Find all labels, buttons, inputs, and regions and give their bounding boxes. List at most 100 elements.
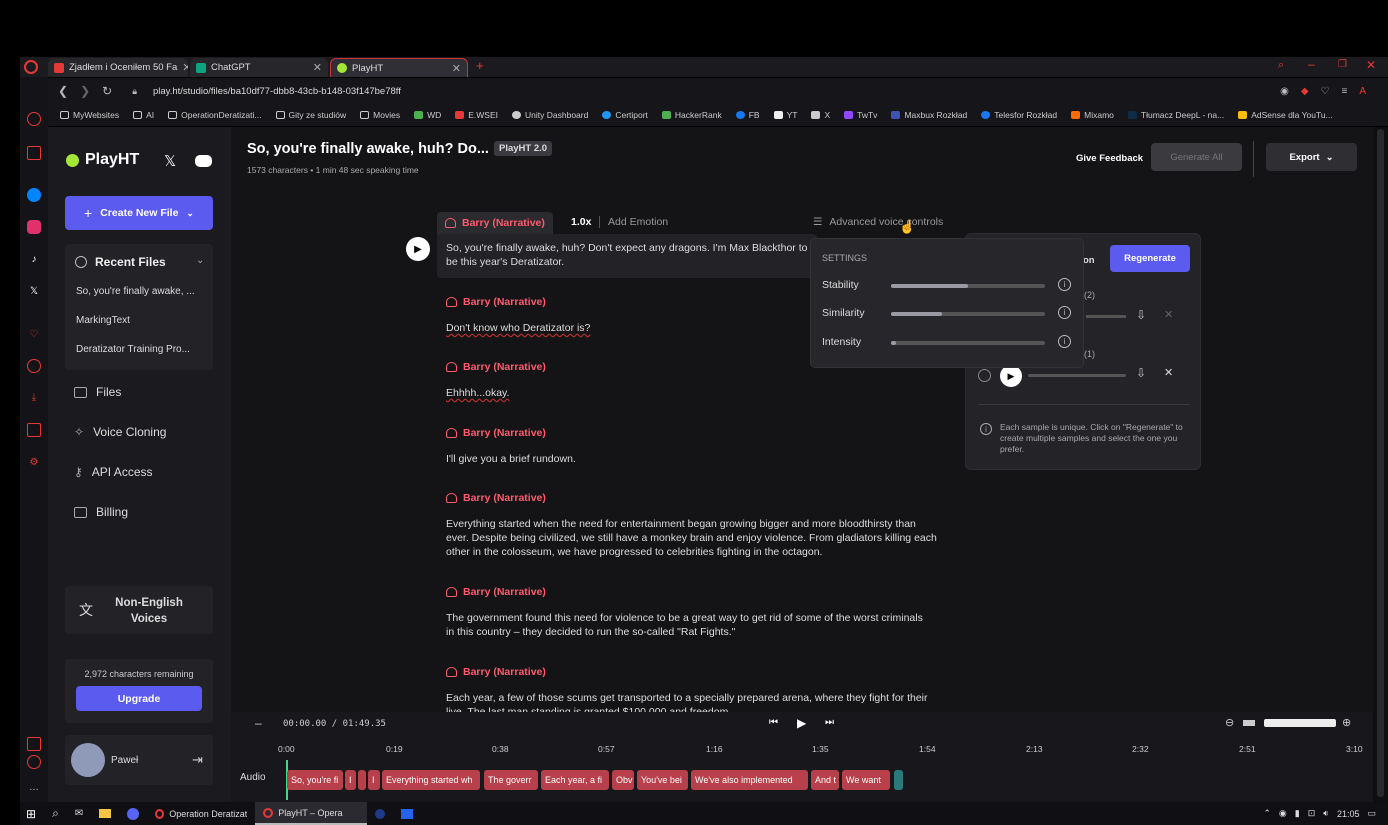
- start-button[interactable]: ⊞: [20, 802, 44, 825]
- close-icon[interactable]: ✕: [313, 61, 322, 74]
- bookmark-item[interactable]: Telesfor Rozkład: [981, 110, 1057, 120]
- audio-clip[interactable]: And t: [811, 770, 839, 790]
- bookmark-item[interactable]: Mixamo: [1071, 110, 1114, 120]
- discord-icon[interactable]: [195, 155, 212, 167]
- audio-clip[interactable]: The goverr: [484, 770, 538, 790]
- add-emotion-button[interactable]: Add Emotion: [608, 216, 668, 228]
- audio-clip[interactable]: Everything started wh: [382, 770, 480, 790]
- clock[interactable]: 21:05: [1337, 809, 1360, 819]
- advanced-voice-controls-button[interactable]: ☰ Advanced voice controls: [813, 216, 943, 228]
- cube-icon[interactable]: [27, 423, 41, 437]
- recent-file-item[interactable]: Deratizator Training Pro...: [76, 344, 190, 355]
- active-block[interactable]: So, you're finally awake, huh? Don't exp…: [437, 234, 817, 278]
- zoom-in-icon[interactable]: ⊕: [1342, 716, 1351, 729]
- play-sample-button[interactable]: ▶: [1000, 365, 1022, 387]
- bookmark-item[interactable]: Certiport: [602, 110, 648, 120]
- tray-chevron-icon[interactable]: ⌃: [1263, 808, 1271, 819]
- download-icon[interactable]: ⇩: [1136, 366, 1146, 380]
- download-icon[interactable]: ⤓: [27, 390, 41, 404]
- explorer-icon[interactable]: [91, 802, 119, 825]
- recent-file-item[interactable]: So, you're finally awake, ...: [76, 286, 195, 297]
- nav-billing[interactable]: Billing: [74, 505, 128, 519]
- taskbar-app-active[interactable]: PlayHT – Opera: [255, 802, 368, 825]
- briefcase-icon[interactable]: [27, 146, 41, 160]
- notifications-icon[interactable]: ▭: [1367, 808, 1376, 819]
- avatar[interactable]: [71, 743, 105, 777]
- app-icon[interactable]: [367, 802, 393, 825]
- history-icon[interactable]: [27, 359, 41, 373]
- bookmark-item[interactable]: E.WSEI: [455, 110, 498, 120]
- nav-voice-cloning[interactable]: ✧ Voice Cloning: [74, 425, 166, 439]
- download-icon[interactable]: ⇩: [1136, 308, 1146, 322]
- logout-icon[interactable]: ⇥: [192, 752, 203, 768]
- recent-files-header[interactable]: Recent Files: [75, 255, 166, 269]
- upgrade-button[interactable]: Upgrade: [76, 686, 202, 711]
- playht-logo[interactable]: PlayHT: [66, 151, 139, 169]
- minimize-icon[interactable]: –: [1308, 57, 1315, 71]
- bookmark-item[interactable]: Gity ze studiów: [275, 110, 346, 120]
- audio-clip[interactable]: I: [368, 770, 380, 790]
- tab-chatgpt[interactable]: ChatGPT ✕: [190, 58, 328, 77]
- opera-logo-icon[interactable]: [24, 60, 38, 74]
- block-text[interactable]: The government found this need for viole…: [446, 611, 926, 639]
- x-icon[interactable]: 𝕏: [27, 284, 41, 298]
- battery-icon[interactable]: ▮: [1295, 808, 1300, 819]
- stability-slider[interactable]: [891, 284, 1045, 288]
- messenger-icon[interactable]: [27, 188, 41, 202]
- play-block-button[interactable]: ▶: [406, 237, 430, 261]
- block-text[interactable]: So, you're finally awake, huh? Don't exp…: [446, 241, 816, 271]
- recent-file-item[interactable]: MarkingText: [76, 315, 130, 326]
- search-icon[interactable]: ⌕: [44, 802, 67, 825]
- block-text[interactable]: I'll give you a brief rundown.: [446, 452, 946, 466]
- info-icon[interactable]: i: [1058, 306, 1071, 319]
- block-text[interactable]: Everything started when the need for ent…: [446, 517, 941, 559]
- audio-clip[interactable]: You've bei: [637, 770, 688, 790]
- bookmark-item[interactable]: TwTv: [844, 110, 877, 120]
- sidebar-panel-icon[interactable]: [27, 737, 41, 751]
- opera-small-icon[interactable]: [27, 755, 41, 769]
- file-title[interactable]: So, you're finally awake, huh? Do...: [247, 141, 489, 157]
- instagram-icon[interactable]: [27, 220, 41, 234]
- skip-back-icon[interactable]: ⏮: [769, 717, 778, 728]
- forward-icon[interactable]: ❯: [80, 84, 90, 98]
- heart-icon[interactable]: ♡: [1321, 86, 1330, 97]
- app-icon[interactable]: [393, 802, 421, 825]
- bookmark-item[interactable]: Movies: [360, 110, 400, 120]
- audio-clip[interactable]: Each year, a fi: [541, 770, 609, 790]
- bookmark-item[interactable]: WD: [414, 110, 441, 120]
- more-icon[interactable]: …: [27, 780, 41, 794]
- bookmark-item[interactable]: MyWebsites: [60, 110, 119, 120]
- nav-api-access[interactable]: ⚷ API Access: [74, 465, 153, 479]
- regenerate-button[interactable]: Regenerate: [1110, 245, 1190, 272]
- discord-taskbar-icon[interactable]: [119, 802, 147, 825]
- bookmark-item[interactable]: HackerRank: [661, 110, 722, 120]
- mail-icon[interactable]: ✉: [67, 802, 91, 825]
- audio-clip[interactable]: We've also implemented: [691, 770, 808, 790]
- bookmark-item[interactable]: AdSense dla YouTu...: [1238, 110, 1333, 120]
- url-field[interactable]: play.ht/studio/files/ba10df77-dbb8-43cb-…: [153, 86, 401, 97]
- give-feedback-button[interactable]: Give Feedback: [1076, 153, 1143, 164]
- create-new-file-button[interactable]: + Create New File ⌄: [65, 196, 213, 230]
- block-text[interactable]: Each year, a few of those scums get tran…: [446, 691, 946, 712]
- nav-files[interactable]: Files: [74, 385, 121, 399]
- zoom-slider[interactable]: [1264, 719, 1336, 727]
- audio-clip[interactable]: So, you're fi: [287, 770, 343, 790]
- speed-control[interactable]: 1.0x: [571, 216, 591, 228]
- audio-clip[interactable]: [894, 770, 903, 790]
- x-icon[interactable]: 𝕏: [164, 152, 176, 170]
- bookmark-item[interactable]: X: [811, 110, 830, 120]
- tab-playht[interactable]: PlayHT ✕: [330, 58, 468, 77]
- tab-youtube[interactable]: Zjadłem i Oceniłem 50 Fa ✕: [48, 58, 188, 77]
- bookmark-item[interactable]: AI: [133, 110, 154, 120]
- bookmark-item[interactable]: Unity Dashboard: [512, 110, 588, 120]
- skip-forward-icon[interactable]: ⏭: [825, 717, 834, 728]
- network-icon[interactable]: ⊡: [1308, 808, 1316, 819]
- bookmark-item[interactable]: Maxbux Rozkład: [891, 110, 967, 120]
- tiktok-icon[interactable]: ♪: [27, 252, 41, 266]
- generate-all-button[interactable]: Generate All: [1151, 143, 1242, 171]
- search-tabs-icon[interactable]: ⌕: [1278, 59, 1284, 72]
- info-icon[interactable]: i: [1058, 335, 1071, 348]
- similarity-slider[interactable]: [891, 312, 1045, 316]
- volume-icon[interactable]: 🔉︎: [1323, 808, 1329, 819]
- reload-icon[interactable]: ↻: [102, 84, 112, 98]
